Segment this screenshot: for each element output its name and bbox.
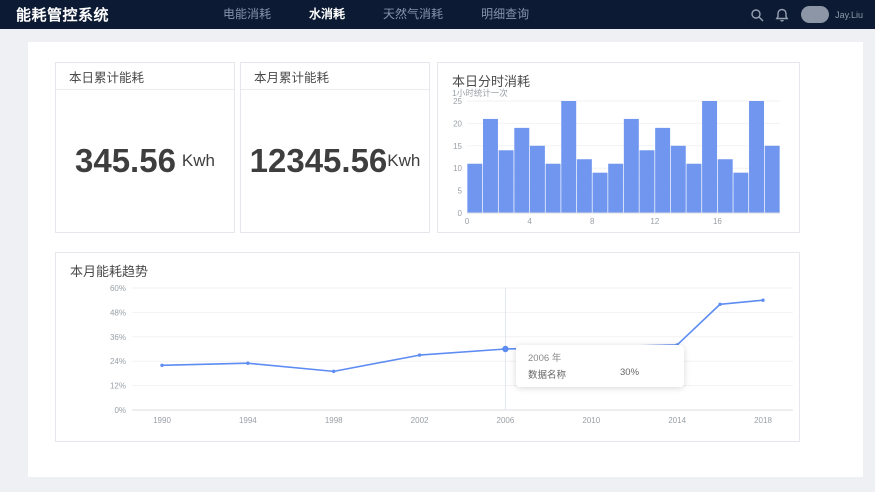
- hourly-bar-chart[interactable]: 0 5 10 15 20 25 0 4 8 12 16: [438, 63, 801, 234]
- hourly-consumption-card: 本日分时消耗 1小时统计一次 05101520250481216: [437, 62, 800, 233]
- tooltip-value: 30%: [620, 367, 639, 381]
- svg-text:0: 0: [458, 209, 463, 218]
- svg-text:60%: 60%: [110, 284, 126, 293]
- svg-text:1990: 1990: [153, 416, 171, 425]
- svg-text:15: 15: [453, 142, 462, 151]
- main-menu: 电能消耗 水消耗 天然气消耗 明细查询: [204, 0, 548, 29]
- svg-text:2006: 2006: [497, 416, 515, 425]
- daily-card-title: 本日累计能耗: [69, 67, 144, 86]
- svg-text:25: 25: [453, 97, 462, 106]
- avatar[interactable]: [801, 6, 829, 23]
- svg-text:0%: 0%: [114, 406, 126, 415]
- monthly-card-body: 12345.56 Kwh: [241, 90, 429, 232]
- nav-item-gas[interactable]: 天然气消耗: [364, 0, 462, 29]
- svg-text:20: 20: [453, 119, 462, 128]
- tooltip-year: 2006 年: [528, 350, 672, 364]
- svg-text:36%: 36%: [110, 333, 126, 342]
- tooltip-series-label: 数据名称: [528, 367, 620, 381]
- nav-right-group: Jay.Liu: [739, 6, 875, 23]
- svg-text:24%: 24%: [110, 357, 126, 366]
- svg-text:2018: 2018: [754, 416, 772, 425]
- daily-energy-card: 本日累计能耗 345.56 Kwh: [55, 62, 235, 233]
- top-navbar: 能耗管控系统 电能消耗 水消耗 天然气消耗 明细查询 Jay.Liu: [0, 0, 875, 29]
- content-panel: 本日累计能耗 345.56 Kwh 本月累计能耗 12345.56 Kwh 本日…: [28, 42, 863, 477]
- nav-item-water[interactable]: 水消耗: [290, 0, 364, 29]
- daily-energy-value: 345.56: [75, 142, 176, 180]
- svg-text:48%: 48%: [110, 308, 126, 317]
- nav-item-detail-query[interactable]: 明细查询: [462, 0, 548, 29]
- monthly-energy-value: 12345.56: [250, 142, 388, 180]
- daily-card-body: 345.56 Kwh: [56, 90, 234, 232]
- svg-text:2002: 2002: [411, 416, 429, 425]
- trend-line-chart[interactable]: 0% 12% 24% 36% 48% 60% 1990 1994 1998 2002 2006 201…: [56, 253, 801, 443]
- svg-text:1998: 1998: [325, 416, 343, 425]
- svg-text:1994: 1994: [239, 416, 257, 425]
- monthly-card-title: 本月累计能耗: [254, 67, 329, 86]
- bell-icon[interactable]: [775, 8, 789, 22]
- svg-text:12: 12: [650, 217, 659, 226]
- monthly-trend-card: 本月能耗趋势 0%12%24%36%48%60%1990199419982002…: [55, 252, 800, 442]
- nav-item-electricity[interactable]: 电能消耗: [204, 0, 290, 29]
- monthly-energy-unit: Kwh: [387, 151, 420, 171]
- svg-text:12%: 12%: [110, 382, 126, 391]
- app-title: 能耗管控系统: [16, 4, 109, 25]
- svg-text:4: 4: [527, 217, 532, 226]
- chart-tooltip: 2006 年 数据名称 30%: [516, 345, 684, 387]
- daily-card-header: 本日累计能耗: [56, 63, 234, 90]
- svg-text:16: 16: [713, 217, 722, 226]
- svg-text:2010: 2010: [582, 416, 600, 425]
- monthly-energy-card: 本月累计能耗 12345.56 Kwh: [240, 62, 430, 233]
- monthly-card-header: 本月累计能耗: [241, 63, 429, 90]
- daily-energy-unit: Kwh: [182, 151, 215, 171]
- user-name: Jay.Liu: [835, 10, 863, 20]
- svg-text:5: 5: [458, 187, 463, 196]
- svg-text:10: 10: [453, 164, 462, 173]
- search-icon[interactable]: [750, 8, 764, 22]
- svg-text:8: 8: [590, 217, 595, 226]
- svg-text:2014: 2014: [668, 416, 686, 425]
- svg-text:0: 0: [465, 217, 470, 226]
